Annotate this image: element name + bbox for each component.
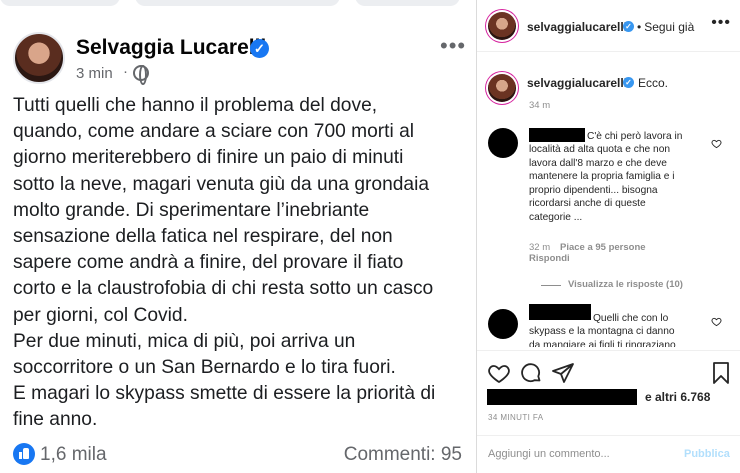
comment-line: mantenere la propria famiglia e i xyxy=(529,171,675,182)
caption-avatar[interactable] xyxy=(488,74,516,102)
comments-count[interactable]: Commenti: 95 xyxy=(344,444,462,466)
bookmark-icon[interactable] xyxy=(709,361,733,385)
post-text-line: Per due minuti, mica di più, poi arriva … xyxy=(13,330,356,352)
reactions-count[interactable]: 1,6 mila xyxy=(40,444,107,466)
post-text-line: molto grande. Di sperimentare l’inebrian… xyxy=(13,199,370,221)
publish-button[interactable]: Pubblica xyxy=(684,448,730,460)
author-avatar[interactable] xyxy=(488,12,516,40)
more-options-button[interactable]: ••• xyxy=(440,33,466,59)
post-time[interactable]: 3 min xyxy=(76,65,113,82)
comment-text: skypass e la montagna ci danno da mangia… xyxy=(529,325,676,347)
top-cropped-element xyxy=(355,0,460,6)
comment-icon[interactable] xyxy=(519,361,543,385)
post-text: Tutti quelli che hanno il problema del d… xyxy=(13,93,468,434)
comment-line: ricordarsi anche di queste xyxy=(529,198,646,209)
post-text-line: giorno meriterebbero di finire un paio d… xyxy=(13,147,404,169)
comment-line: da mangiare ai figli ti ringraziano xyxy=(529,339,676,348)
redacted-username xyxy=(529,128,585,142)
caption-handle[interactable]: selvaggialucarelli xyxy=(527,76,627,90)
post-text-line: sapere come andrà a finire, del provare … xyxy=(13,252,404,274)
heart-icon[interactable] xyxy=(711,138,722,149)
post-header: selvaggialucarelli ✓ • Segui già ••• xyxy=(477,0,740,52)
comment-line: C'è chi però lavora in xyxy=(587,131,683,142)
share-icon[interactable] xyxy=(551,361,575,385)
commenter-avatar[interactable] xyxy=(488,309,518,339)
comment-time: 32 m xyxy=(529,242,551,253)
post-text-line: quando, come andare a sciare con 700 mor… xyxy=(13,121,415,143)
commenter-avatar[interactable] xyxy=(488,128,518,158)
comment-line: località ad alta quota e che non xyxy=(529,144,671,155)
caption-time: 34 m xyxy=(529,100,551,111)
post-text-line: soccorritore o un San Bernardo e lo tira… xyxy=(13,357,396,379)
follow-status: • Segui già xyxy=(637,20,694,34)
divider xyxy=(477,435,740,436)
author-name[interactable]: Selvaggia Lucarelli xyxy=(76,36,266,60)
comment-line: skypass e la montagna ci danno xyxy=(529,326,675,337)
following-button[interactable]: Segui già xyxy=(644,20,694,34)
comment-text: località ad alta quota e che non lavora … xyxy=(529,143,675,224)
comment-input[interactable] xyxy=(488,448,668,460)
comment-text: Quelli che con lo xyxy=(593,312,668,326)
view-replies-button[interactable]: Visualizza le risposte (10) xyxy=(568,279,683,290)
post-text-line: E magari lo skypass smette di essere la … xyxy=(13,383,436,405)
author-avatar[interactable] xyxy=(13,32,65,84)
heart-icon[interactable] xyxy=(711,316,722,327)
comment-line: Quelli che con lo xyxy=(593,313,669,324)
post-text-line: corto e la claustrofobia di chi resta so… xyxy=(13,278,434,300)
comment-line: lavora dall'8 marzo e che deve xyxy=(529,157,667,169)
likes-count[interactable]: e altri 6.768 xyxy=(645,390,710,404)
heart-icon[interactable] xyxy=(487,361,511,385)
post-text-line: sotto la neve, magari venuta giù da una … xyxy=(13,173,430,195)
more-options-button[interactable]: ••• xyxy=(711,14,731,32)
comment-text: C'è chi però lavora in xyxy=(587,130,682,144)
redacted-username xyxy=(529,304,591,320)
comment-likes[interactable]: Piace a 95 persone xyxy=(560,242,646,253)
verified-icon: ✓ xyxy=(250,39,269,58)
globe-icon xyxy=(133,65,149,85)
post-date: 34 MINUTI FA xyxy=(488,413,544,422)
separator-dot: · xyxy=(123,63,128,80)
comment-line: proprio dipendenti... bisogna xyxy=(529,184,658,196)
top-cropped-element xyxy=(135,0,340,6)
like-icon[interactable] xyxy=(13,443,35,465)
verified-icon: ✓ xyxy=(623,77,634,88)
comment-line: categorie ... xyxy=(529,211,583,223)
post-text-line: fine anno. xyxy=(13,409,98,431)
facebook-post: Selvaggia Lucarelli ✓ 3 min · ••• Tutti … xyxy=(0,0,476,473)
instagram-post: selvaggialucarelli ✓ • Segui già ••• selv… xyxy=(476,0,740,473)
verified-icon: ✓ xyxy=(623,21,634,32)
redacted-liker xyxy=(487,389,637,405)
replies-line xyxy=(541,285,561,286)
post-text-line: per giorni, col Covid. xyxy=(13,304,188,326)
post-text-line: sensazione della fatica nel respirare, d… xyxy=(13,226,393,248)
author-handle[interactable]: selvaggialucarelli xyxy=(527,20,627,34)
post-text-line: Tutti quelli che hanno il problema del d… xyxy=(13,95,378,116)
top-cropped-element xyxy=(0,0,120,6)
separator-dot: • xyxy=(637,20,642,34)
caption-text: Ecco. xyxy=(638,76,669,90)
divider xyxy=(477,350,740,351)
reply-button[interactable]: Rispondi xyxy=(529,253,570,264)
